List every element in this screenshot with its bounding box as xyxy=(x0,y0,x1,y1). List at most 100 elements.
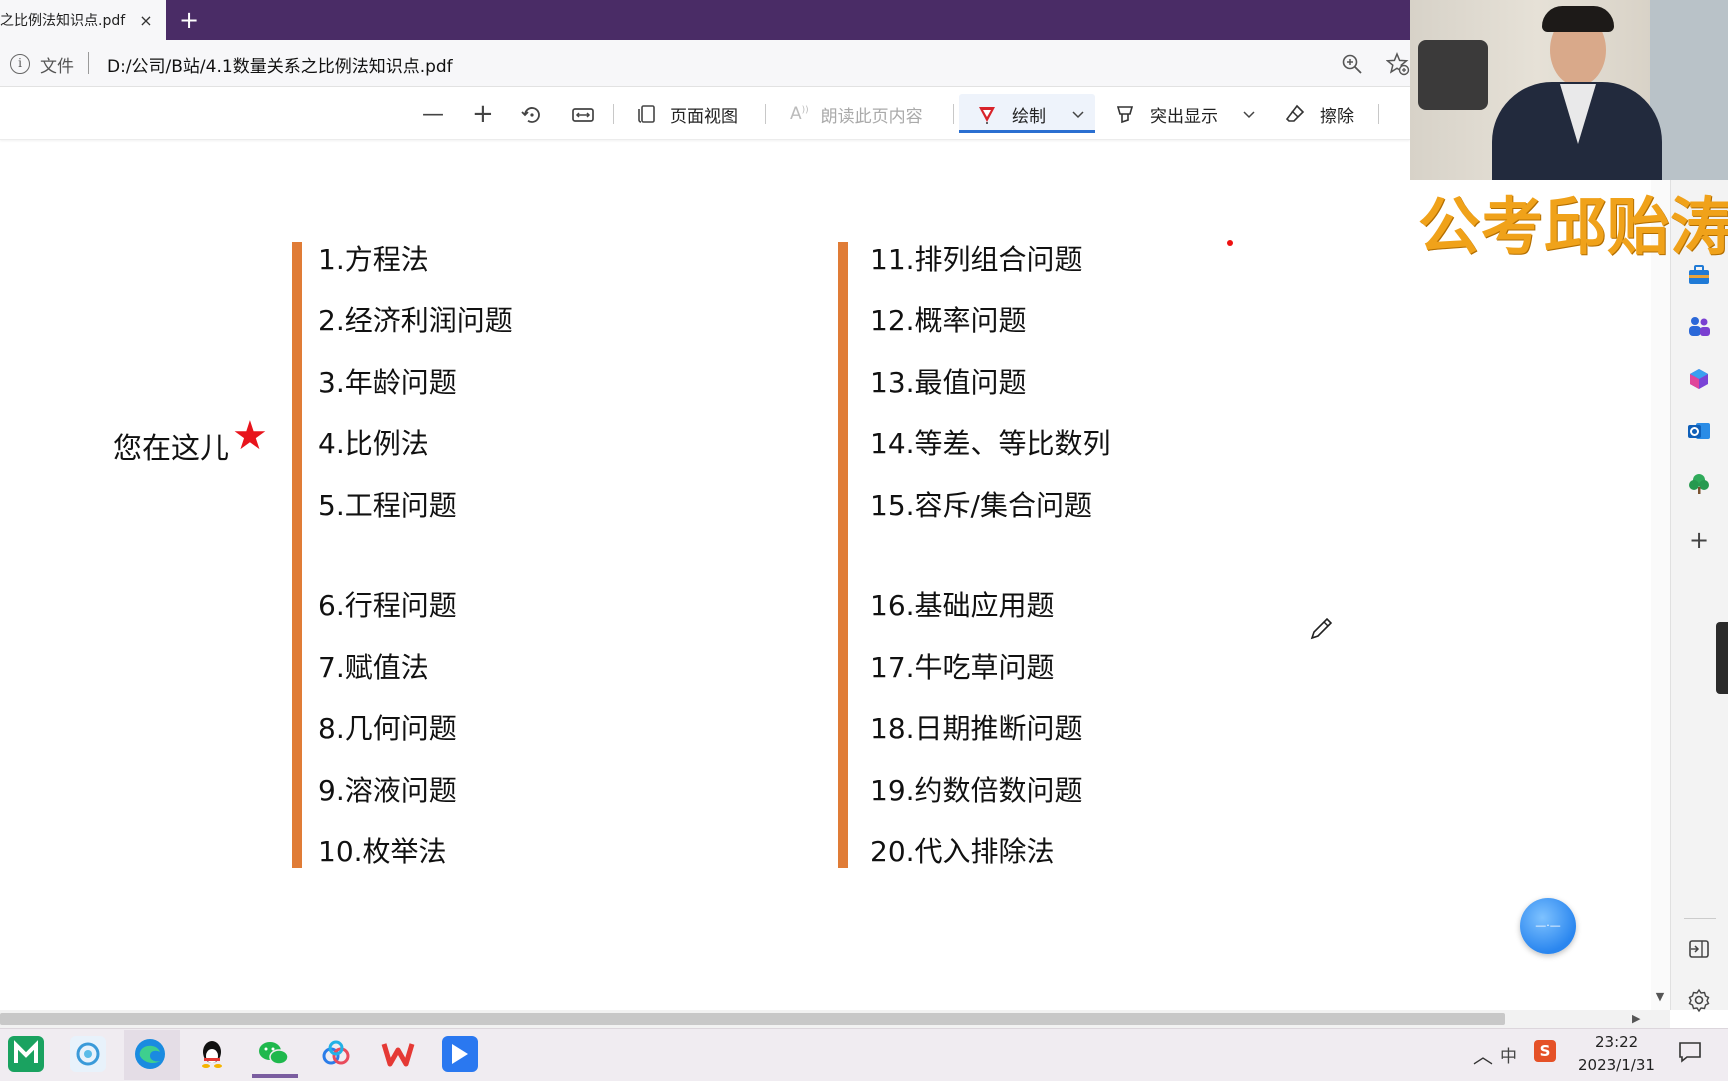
wechat-active-indicator xyxy=(252,1074,298,1078)
topic-item: 7.赋值法 xyxy=(318,651,429,684)
pencil-cursor-icon xyxy=(1310,617,1333,640)
address-divider xyxy=(88,52,89,74)
tree-icon[interactable] xyxy=(1686,471,1712,497)
netdisk-glyph xyxy=(322,1040,350,1065)
highlight-button[interactable]: 突出显示 xyxy=(1114,98,1218,130)
highlighter-icon xyxy=(1116,106,1134,124)
edge-icon[interactable] xyxy=(132,1036,168,1072)
maxthon-glyph xyxy=(14,1040,38,1063)
new-tab-button[interactable]: + xyxy=(174,4,204,36)
tab-close-icon[interactable]: × xyxy=(134,11,158,30)
topic-item: 8.几何问题 xyxy=(318,712,457,745)
qq-glyph xyxy=(202,1041,222,1068)
scroll-right-icon[interactable]: ▶ xyxy=(1632,1012,1640,1025)
zoom-out-button[interactable]: — xyxy=(422,98,444,130)
topic-item: 17.牛吃草问题 xyxy=(870,651,1055,684)
erase-button[interactable]: 擦除 xyxy=(1284,98,1354,130)
read-aloud-icon: A)) xyxy=(790,104,809,124)
address-url[interactable]: D:/公司/B站/4.1数量关系之比例法知识点.pdf xyxy=(107,52,453,77)
toolbar-divider xyxy=(613,104,614,124)
clock-time[interactable]: 23:22 xyxy=(1595,1033,1638,1051)
left-column-accent-bar xyxy=(292,242,302,868)
wechat-icon[interactable] xyxy=(256,1036,292,1072)
topic-item: 18.日期推断问题 xyxy=(870,712,1083,745)
eraser-icon xyxy=(1285,104,1305,122)
topic-item: 10.枚举法 xyxy=(318,835,447,868)
ink-dot xyxy=(1227,240,1233,246)
topic-item: 3.年龄问题 xyxy=(318,366,457,399)
page-view-icon xyxy=(638,105,655,123)
tab-bar xyxy=(0,0,1410,40)
topic-item: 14.等差、等比数列 xyxy=(870,427,1111,460)
zoom-icon[interactable] xyxy=(1340,52,1364,76)
topic-item: 19.约数倍数问题 xyxy=(870,774,1083,807)
wps-icon[interactable] xyxy=(380,1036,416,1072)
favorite-add-icon[interactable] xyxy=(1386,52,1410,76)
exit-icon[interactable] xyxy=(1686,936,1712,962)
highlight-label: 突出显示 xyxy=(1150,106,1218,127)
erase-label: 擦除 xyxy=(1320,106,1354,127)
rotate-icon[interactable] xyxy=(520,103,544,127)
baidu-netdisk-icon[interactable] xyxy=(318,1036,354,1072)
you-are-here-label: 您在这儿 xyxy=(113,431,230,465)
webcam-person-hair xyxy=(1542,6,1614,32)
topic-item: 2.经济利润问题 xyxy=(318,304,513,337)
read-aloud-label: 朗读此页内容 xyxy=(820,106,923,127)
zoom-in-button[interactable]: + xyxy=(472,98,494,130)
webcam-video xyxy=(1410,0,1728,180)
side-handle[interactable] xyxy=(1716,622,1728,694)
ime-indicator[interactable]: 中 xyxy=(1500,1042,1517,1067)
maxthon-icon[interactable] xyxy=(8,1036,44,1072)
sogou-input-icon[interactable]: S xyxy=(1534,1040,1556,1062)
right-column-accent-bar xyxy=(838,242,848,868)
wps-glyph xyxy=(381,1043,415,1067)
topic-item: 15.容斥/集合问题 xyxy=(870,489,1092,522)
floating-assistant-button[interactable]: —·— xyxy=(1520,898,1576,954)
edge-glyph xyxy=(135,1039,165,1069)
outlook-icon[interactable] xyxy=(1686,418,1712,444)
tab-active[interactable]: 之比例法知识点.pdf × xyxy=(0,0,166,40)
qq-icon[interactable] xyxy=(194,1036,230,1072)
fit-width-icon[interactable] xyxy=(570,103,596,127)
vertical-scrollbar[interactable] xyxy=(1651,140,1670,1010)
toolbar-divider xyxy=(1378,104,1379,124)
topic-item: 4.比例法 xyxy=(318,427,429,460)
draw-pen-icon xyxy=(979,107,995,124)
tab-title: 之比例法知识点.pdf xyxy=(0,13,126,29)
app-icon[interactable] xyxy=(70,1036,106,1072)
topic-item: 16.基础应用题 xyxy=(870,589,1055,622)
webcam-background-object xyxy=(1418,40,1488,110)
tray-chevron-up-icon[interactable]: ︿ xyxy=(1473,1040,1493,1069)
sidebar-add-icon[interactable]: + xyxy=(1689,526,1709,554)
feishu-glyph xyxy=(452,1044,468,1064)
topic-item: 13.最值问题 xyxy=(870,366,1027,399)
feishu-icon[interactable] xyxy=(442,1036,478,1072)
address-file-label: 文件 xyxy=(40,57,74,77)
toolbar-divider xyxy=(953,104,954,124)
people-icon[interactable] xyxy=(1686,313,1712,339)
streamer-name-overlay: 公考邱贻涛 xyxy=(1418,190,1728,263)
horizontal-scroll-thumb[interactable] xyxy=(0,1013,1505,1025)
topic-item: 1.方程法 xyxy=(318,243,429,276)
page-view-label: 页面视图 xyxy=(670,106,738,127)
draw-button[interactable]: 绘制 xyxy=(976,98,1046,130)
notification-icon[interactable] xyxy=(1678,1041,1702,1063)
edge-sidebar xyxy=(1670,180,1728,1010)
toolbar-divider xyxy=(765,104,766,124)
highlight-chevron-down-icon[interactable] xyxy=(1242,110,1256,120)
page-view-button[interactable]: 页面视图 xyxy=(636,98,738,130)
draw-label: 绘制 xyxy=(1012,106,1046,127)
info-icon[interactable]: i xyxy=(10,54,30,74)
clock-date[interactable]: 2023/1/31 xyxy=(1578,1056,1655,1074)
topic-item: 11.排列组合问题 xyxy=(870,243,1083,276)
settings-icon[interactable] xyxy=(1686,987,1712,1013)
topic-item: 20.代入排除法 xyxy=(870,835,1055,868)
draw-chevron-down-icon[interactable] xyxy=(1071,110,1085,120)
topic-item: 12.概率问题 xyxy=(870,304,1027,337)
topic-item: 5.工程问题 xyxy=(318,489,457,522)
read-aloud-button[interactable]: A)) 朗读此页内容 xyxy=(790,98,923,130)
office-icon[interactable] xyxy=(1686,366,1712,392)
wechat-glyph xyxy=(259,1042,289,1065)
app-glyph xyxy=(76,1042,100,1066)
scroll-down-icon[interactable]: ▼ xyxy=(1652,990,1668,1006)
